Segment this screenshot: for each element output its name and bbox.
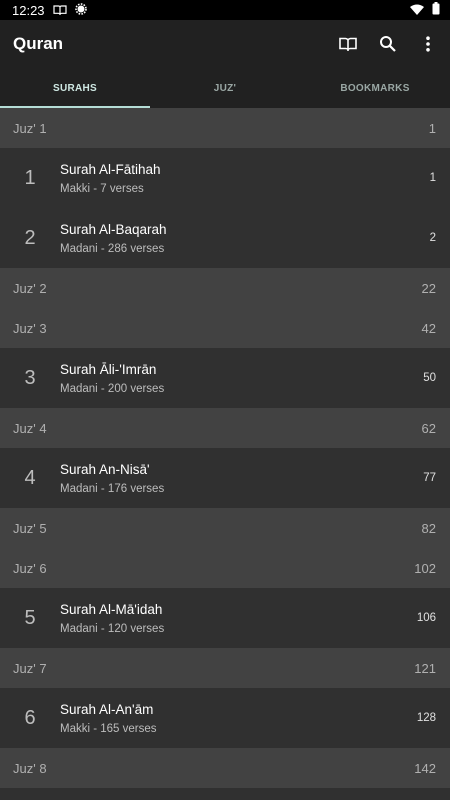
surah-info: Surah Al-Mā'idah Madani - 120 verses [60,602,417,635]
juz-label: Juz' 3 [13,320,47,336]
surah-page-number: 50 [423,372,436,384]
surah-meta: Madani - 286 verses [60,242,165,255]
juz-header-row[interactable]: Juz' 5 82 [0,508,450,548]
surah-meta: Madani - 120 verses [60,622,165,635]
surah-page-number: 128 [416,712,436,724]
surah-page-number: 77 [423,472,436,484]
juz-label: Juz' 6 [13,560,47,576]
surah-info: Surah Al-Baqarah Madani - 286 verses [60,222,430,255]
surah-name: Surah Al-Mā'idah [60,601,163,617]
wifi-icon [410,3,424,18]
juz-page-number: 22 [421,280,436,296]
surah-number: 6 [24,706,36,729]
status-bar-right [410,2,440,18]
surah-row[interactable]: 5 Surah Al-Mā'idah Madani - 120 verses 106 [0,588,450,648]
tab-juz[interactable]: JUZ' [150,68,300,108]
juz-header-row[interactable]: Juz' 6 102 [0,548,450,588]
surah-number: 1 [24,166,36,189]
juz-header-row[interactable]: Juz' 3 42 [0,308,450,348]
surah-info: Surah Al-An'ām Makki - 165 verses [60,702,417,735]
surah-row[interactable]: 6 Surah Al-An'ām Makki - 165 verses 128 [0,688,450,748]
surah-meta: Makki - 7 verses [60,182,144,195]
app-bar: Quran [0,20,450,68]
juz-page-number: 102 [414,560,436,576]
surah-info: Surah An-Nisā' Madani - 176 verses [60,462,423,495]
juz-header-row[interactable]: Juz' 2 22 [0,268,450,308]
status-bar-left: 12:23 [12,3,87,18]
surah-meta: Madani - 176 verses [60,482,165,495]
surah-number: 4 [24,466,36,489]
surah-list[interactable]: Juz' 1 1 1 Surah Al-Fātihah Makki - 7 verses… [0,108,450,788]
surah-page-number: 2 [429,232,436,244]
open-book-icon[interactable] [334,30,362,58]
juz-page-number: 1 [428,120,436,136]
book-notification-icon [52,3,67,18]
tab-bar: SURAHS JUZ' BOOKMARKS [0,68,450,108]
tab-bookmarks[interactable]: BOOKMARKS [300,68,450,108]
juz-label: Juz' 8 [13,760,47,776]
juz-label: Juz' 5 [13,520,47,536]
surah-info: Surah Āli-'Imrān Madani - 200 verses [60,362,423,395]
juz-header-row[interactable]: Juz' 7 121 [0,648,450,688]
juz-page-number: 42 [421,320,436,336]
juz-label: Juz' 7 [13,660,47,676]
search-icon[interactable] [374,30,402,58]
surah-name: Surah Al-Fātihah [60,161,161,177]
surah-row[interactable]: 1 Surah Al-Fātihah Makki - 7 verses 1 [0,148,450,208]
more-options-icon[interactable] [414,30,442,58]
tab-surahs[interactable]: SURAHS [0,68,150,108]
surah-page-number: 106 [416,612,436,624]
juz-header-row[interactable]: Juz' 1 1 [0,108,450,148]
juz-page-number: 62 [421,420,436,436]
surah-row[interactable]: 2 Surah Al-Baqarah Madani - 286 verses 2 [0,208,450,268]
juz-header-row[interactable]: Juz' 4 62 [0,408,450,448]
surah-name: Surah Al-An'ām [60,701,154,717]
juz-header-row[interactable]: Juz' 8 142 [0,748,450,788]
battery-icon [432,2,440,18]
surah-row[interactable]: 3 Surah Āli-'Imrān Madani - 200 verses 50 [0,348,450,408]
settings-notification-icon [74,2,87,18]
surah-page-number: 1 [429,172,436,184]
surah-number: 2 [24,226,36,249]
app-title: Quran [13,34,64,53]
status-bar: 12:23 [0,0,450,20]
surah-meta: Madani - 200 verses [60,382,165,395]
juz-label: Juz' 1 [13,120,47,136]
surah-name: Surah An-Nisā' [60,461,150,477]
active-tab-indicator [0,106,150,108]
surah-info: Surah Al-Fātihah Makki - 7 verses [60,162,430,195]
clock: 12:23 [12,2,45,18]
surah-name: Surah Āli-'Imrān [60,361,157,377]
surah-number: 3 [24,366,36,389]
juz-page-number: 142 [414,760,436,776]
app-bar-actions [334,30,442,58]
surah-meta: Makki - 165 verses [60,722,157,735]
juz-page-number: 121 [414,660,436,676]
juz-page-number: 82 [421,520,436,536]
surah-name: Surah Al-Baqarah [60,221,167,237]
juz-label: Juz' 4 [13,420,47,436]
juz-label: Juz' 2 [13,280,47,296]
surah-row[interactable]: 4 Surah An-Nisā' Madani - 176 verses 77 [0,448,450,508]
surah-number: 5 [24,606,36,629]
